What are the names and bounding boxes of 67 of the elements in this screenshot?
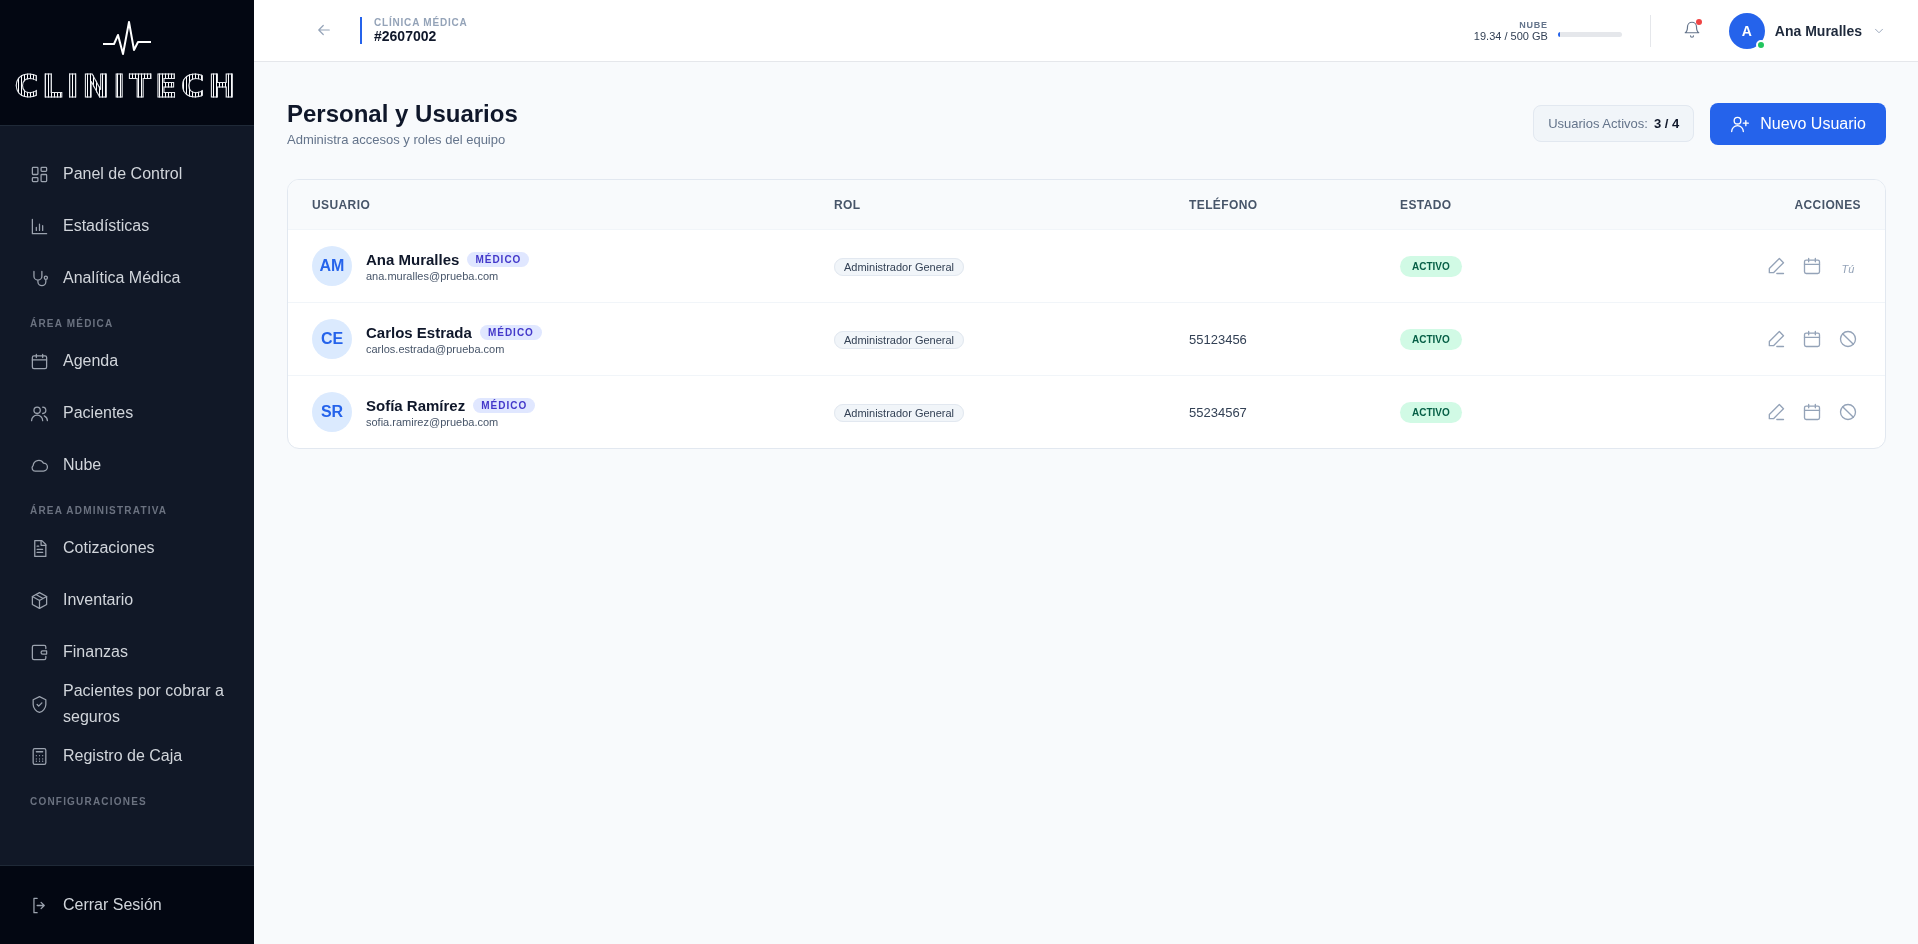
calendar-icon xyxy=(30,351,49,371)
active-users-badge: Usuarios Activos: 3 / 4 xyxy=(1533,105,1695,142)
type-tag: MÉDICO xyxy=(473,397,536,413)
user-avatar: SR xyxy=(312,392,352,432)
user-name: Sofía Ramírez xyxy=(366,396,466,414)
box-icon xyxy=(30,590,49,610)
pencil-icon xyxy=(1766,256,1786,276)
status-tag: ACTIVO xyxy=(1400,255,1462,277)
shield-check-icon xyxy=(30,694,49,714)
pencil-icon xyxy=(1766,329,1786,349)
column-header: USUARIO xyxy=(312,197,372,212)
section-heading: ÁREA MÉDICA xyxy=(29,316,115,331)
type-tag: MÉDICO xyxy=(467,251,530,267)
section-heading: CONFIGURACIONES xyxy=(29,795,148,809)
clinic-id: #2607002 xyxy=(374,28,438,44)
column-header: ROL xyxy=(834,197,862,212)
storage-usage: 19.34 / 500 GB xyxy=(1473,29,1548,42)
new-user-button[interactable]: Nuevo Usuario xyxy=(1710,102,1886,145)
prohibited-icon xyxy=(1838,329,1858,349)
sidebar-item[interactable]: Cotizaciones xyxy=(0,522,247,574)
storage-label: NUBE xyxy=(1519,19,1548,30)
sidebar-item[interactable]: Nube xyxy=(0,439,247,491)
sidebar-item[interactable]: Panel de Control xyxy=(0,148,247,200)
type-tag: MÉDICO xyxy=(479,324,542,340)
sidebar-item[interactable]: Analítica Médica xyxy=(0,252,247,304)
sidebar-item[interactable]: Pacientes por cobrar a seguros xyxy=(0,678,247,730)
calendar-icon xyxy=(1802,329,1822,349)
user-menu[interactable]: A Ana Muralles xyxy=(1728,12,1886,49)
bar-chart-icon xyxy=(30,216,49,236)
phone-cell: 55234567 xyxy=(1189,405,1247,420)
user-email: sofia.ramirez@prueba.com xyxy=(366,415,500,428)
sidebar-item[interactable]: Estadísticas xyxy=(0,200,247,252)
page-subtitle: Administra accesos y roles del equipo xyxy=(287,132,507,147)
calendar-icon xyxy=(1802,402,1822,422)
user-name: Ana Muralles xyxy=(366,250,460,268)
bell-icon xyxy=(1682,20,1701,38)
user-email: ana.muralles@prueba.com xyxy=(366,269,500,282)
phone-cell: 55123456 xyxy=(1189,332,1247,347)
prohibited-icon xyxy=(1838,402,1858,422)
self-label: Tú xyxy=(1840,262,1856,275)
column-header: ACCIONES xyxy=(1793,197,1861,212)
user-avatar: A xyxy=(1728,12,1765,49)
column-header: TELÉFONO xyxy=(1189,197,1259,212)
page-title: Personal y Usuarios xyxy=(287,100,518,128)
user-avatar: CE xyxy=(312,319,352,359)
status-tag: ACTIVO xyxy=(1400,401,1462,423)
section-heading: ÁREA ADMINISTRATIVA xyxy=(29,503,169,518)
user-email: carlos.estrada@prueba.com xyxy=(366,342,506,355)
user-name: Carlos Estrada xyxy=(366,323,472,341)
user-avatar: AM xyxy=(312,246,352,286)
role-tag: Administrador General xyxy=(834,258,965,276)
role-tag: Administrador General xyxy=(834,404,965,422)
calendar-icon xyxy=(1802,256,1822,276)
sidebar-item[interactable]: Finanzas xyxy=(0,626,247,678)
sidebar-item[interactable]: Inventario xyxy=(0,574,247,626)
sidebar-item[interactable]: Agenda xyxy=(0,335,247,387)
wallet-icon xyxy=(30,642,49,662)
sidebar-item[interactable]: Pacientes xyxy=(0,387,247,439)
stethoscope-icon xyxy=(30,268,49,288)
calculator-icon xyxy=(30,746,49,766)
sidebar-item[interactable]: Registro de Caja xyxy=(0,730,247,782)
role-tag: Administrador General xyxy=(834,331,965,349)
clinic-label: CLÍNICA MÉDICA xyxy=(374,17,468,28)
pencil-icon xyxy=(1766,402,1786,422)
status-tag: ACTIVO xyxy=(1400,328,1462,350)
column-header: ESTADO xyxy=(1400,197,1453,212)
grid-icon xyxy=(30,164,49,184)
